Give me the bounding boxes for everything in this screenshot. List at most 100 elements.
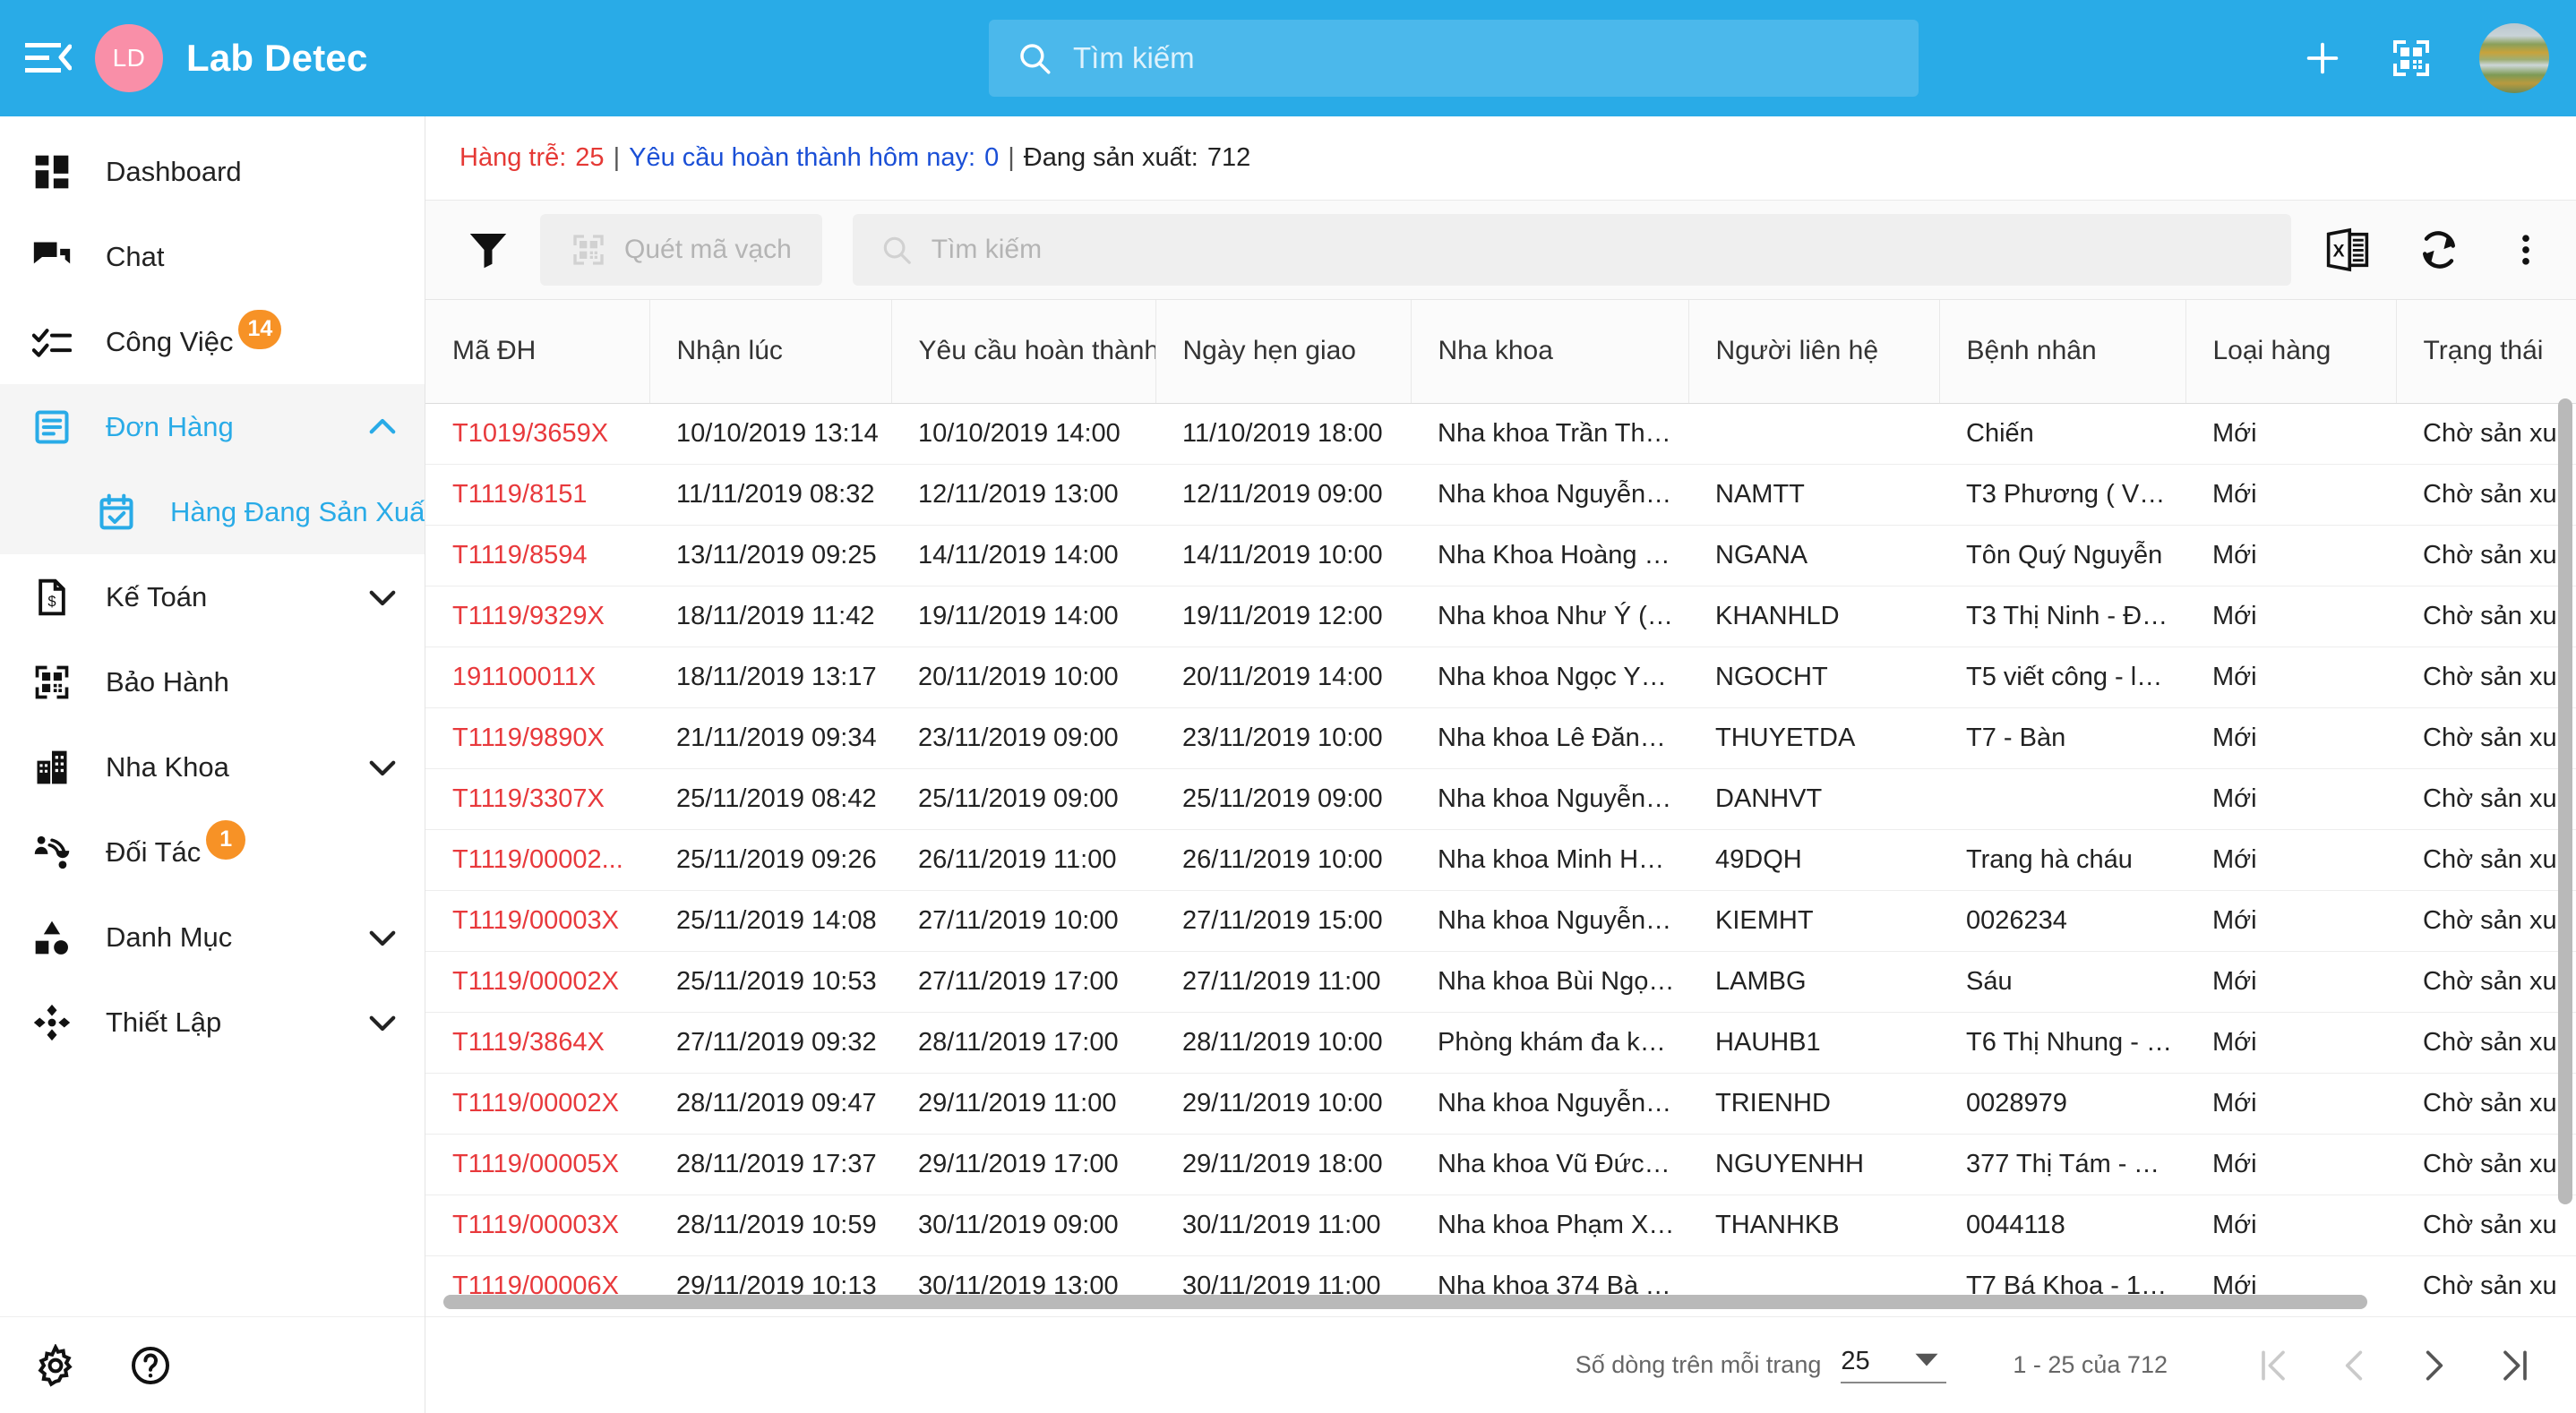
- cell-loai-hang: Mới: [2185, 1012, 2396, 1074]
- sidebar-item-label: Dashboard: [106, 155, 242, 187]
- brand-avatar[interactable]: LD: [95, 24, 163, 92]
- chevron-down-icon[interactable]: [364, 749, 401, 786]
- avatar[interactable]: [2479, 23, 2549, 93]
- sidebar-item-danh-muc[interactable]: Danh Mục: [0, 895, 425, 980]
- table-row[interactable]: T1119/8151 11/11/2019 08:32 12/11/2019 13:…: [425, 464, 2576, 526]
- last-page-icon[interactable]: [2495, 1346, 2535, 1385]
- sidebar-item-don-hang[interactable]: Đơn Hàng: [0, 384, 425, 469]
- table-row[interactable]: T1119/3864X 27/11/2019 09:32 28/11/2019 17…: [425, 1012, 2576, 1074]
- cell-ma-dh[interactable]: T1119/00002X: [425, 1073, 649, 1135]
- sidebar-item-label: Kế Toán: [106, 580, 208, 612]
- chevron-down-icon: [1913, 1349, 1940, 1374]
- cell-ma-dh[interactable]: T1119/00003X: [425, 1195, 649, 1256]
- chevron-down-icon[interactable]: [364, 919, 401, 956]
- warranty-qr-icon: [30, 661, 73, 704]
- scrollbar-thumb[interactable]: [443, 1295, 2367, 1309]
- column-header-benh-nhan[interactable]: Bệnh nhân: [1939, 300, 2186, 404]
- cell-ma-dh[interactable]: T1119/9890X: [425, 707, 649, 769]
- cell-ngay-hen-giao: 29/11/2019 18:00: [1155, 1134, 1411, 1195]
- cell-ma-dh[interactable]: T1119/00003X: [425, 890, 649, 952]
- column-header-trang-thai[interactable]: Trạng thái: [2396, 300, 2576, 404]
- sidebar-item-dashboard[interactable]: Dashboard: [0, 129, 425, 214]
- chevron-down-icon[interactable]: [364, 578, 401, 616]
- cell-yeu-cau-hoan-thanh: 14/11/2019 14:00: [891, 525, 1155, 587]
- help-circle-icon[interactable]: [129, 1344, 172, 1387]
- cell-ma-dh[interactable]: T1019/3659X: [425, 403, 649, 465]
- cell-ma-dh[interactable]: T1119/00002X: [425, 951, 649, 1013]
- table-row[interactable]: T1119/8594 13/11/2019 09:25 14/11/2019 14:…: [425, 525, 2576, 587]
- prev-page-icon[interactable]: [2334, 1346, 2374, 1385]
- cell-ma-dh[interactable]: T1119/3864X: [425, 1012, 649, 1074]
- table-row[interactable]: T1119/00005X 28/11/2019 17:37 29/11/2019 1…: [425, 1134, 2576, 1195]
- cell-trang-thai: Chờ sản xu: [2396, 1134, 2576, 1195]
- column-header-yeu-cau-hoan-thanh[interactable]: Yêu cầu hoàn thành: [891, 300, 1156, 404]
- sidebar-item-thiet-lap[interactable]: Thiết Lập: [0, 980, 425, 1065]
- brand-title: Lab Detec: [186, 37, 368, 79]
- excel-export-icon[interactable]: X: [2323, 226, 2372, 274]
- scrollbar-thumb[interactable]: [2558, 398, 2572, 1204]
- refresh-icon[interactable]: [2415, 226, 2463, 274]
- filter-funnel-icon[interactable]: [456, 218, 520, 282]
- sidebar-item-label: Đơn Hàng: [106, 410, 234, 442]
- hamburger-collapse-icon[interactable]: [23, 39, 73, 78]
- cell-nha-khoa: Phòng khám đa kho...: [1411, 1012, 1688, 1074]
- chevron-down-icon[interactable]: [364, 1004, 401, 1041]
- sidebar-item-cong-viec[interactable]: Công Việc 14: [0, 299, 425, 384]
- first-page-icon[interactable]: [2254, 1346, 2293, 1385]
- sidebar-item-nha-khoa[interactable]: Nha Khoa: [0, 724, 425, 809]
- cell-ma-dh[interactable]: T1119/9329X: [425, 586, 649, 647]
- column-header-nha-khoa[interactable]: Nha khoa: [1411, 300, 1689, 404]
- table-row[interactable]: T1119/00002X 25/11/2019 10:53 27/11/2019 1…: [425, 951, 2576, 1013]
- late-value: 25: [575, 143, 605, 172]
- cell-nhan-luc: 25/11/2019 10:53: [649, 951, 891, 1013]
- cell-nha-khoa: Nha Khoa Hoàng Vũ...: [1411, 525, 1688, 587]
- table-row[interactable]: T1019/3659X 10/10/2019 13:14 10/10/2019 14…: [425, 403, 2576, 465]
- cell-nha-khoa: Nha khoa Nguyễn Q...: [1411, 768, 1688, 830]
- rows-per-page-select[interactable]: 25: [1841, 1347, 1947, 1383]
- next-page-icon[interactable]: [2415, 1346, 2454, 1385]
- column-header-ngay-hen-giao[interactable]: Ngày hẹn giao: [1155, 300, 1412, 404]
- cell-yeu-cau-hoan-thanh: 25/11/2019 09:00: [891, 768, 1155, 830]
- table-row[interactable]: T1119/9329X 18/11/2019 11:42 19/11/2019 14…: [425, 586, 2576, 647]
- column-header-nguoi-lien-he[interactable]: Người liên hệ: [1688, 300, 1940, 404]
- table-row[interactable]: 191100011X 18/11/2019 13:17 20/11/2019 10:…: [425, 647, 2576, 708]
- table-horizontal-scrollbar[interactable]: [434, 1295, 2576, 1309]
- table-toolbar: Quét mã vạch Tìm kiếm X: [425, 201, 2576, 299]
- global-search-input[interactable]: Tìm kiếm: [989, 20, 1919, 97]
- scan-barcode-button[interactable]: Quét mã vạch: [540, 214, 822, 286]
- column-header-nhan-luc[interactable]: Nhận lúc: [649, 300, 892, 404]
- orders-table-container[interactable]: Mã ĐH Nhận lúc Yêu cầu hoàn thành Ngày h…: [425, 299, 2576, 1316]
- table-vertical-scrollbar[interactable]: [2558, 398, 2572, 1316]
- table-row[interactable]: T1119/00003X 28/11/2019 10:59 30/11/2019 0…: [425, 1195, 2576, 1256]
- cell-yeu-cau-hoan-thanh: 27/11/2019 17:00: [891, 951, 1155, 1013]
- sidebar-item-bao-hanh[interactable]: Bảo Hành: [0, 639, 425, 724]
- table-row[interactable]: T1119/00002... 25/11/2019 09:26 26/11/2019…: [425, 829, 2576, 891]
- cell-ma-dh[interactable]: T1119/8594: [425, 525, 649, 587]
- cell-ma-dh[interactable]: T1119/00005X: [425, 1134, 649, 1195]
- table-row[interactable]: T1119/3307X 25/11/2019 08:42 25/11/2019 09…: [425, 768, 2576, 830]
- gear-icon[interactable]: [34, 1343, 77, 1387]
- column-header-ma-dh[interactable]: Mã ĐH: [425, 300, 650, 404]
- cell-ma-dh[interactable]: T1119/00002...: [425, 829, 649, 891]
- sidebar-item-doi-tac[interactable]: Đối Tác 1: [0, 809, 425, 895]
- sidebar-item-chat[interactable]: Chat: [0, 214, 425, 299]
- table-row[interactable]: T1119/00003X 25/11/2019 14:08 27/11/2019 1…: [425, 890, 2576, 952]
- cell-ma-dh[interactable]: T1119/3307X: [425, 768, 649, 830]
- sidebar-item-ke-toan[interactable]: $ Kế Toán: [0, 554, 425, 639]
- cell-nguoi-lien-he: NAMTT: [1688, 464, 1939, 526]
- table-header-row: Mã ĐH Nhận lúc Yêu cầu hoàn thành Ngày h…: [425, 300, 2576, 404]
- cell-loai-hang: Mới: [2185, 1073, 2396, 1135]
- cell-trang-thai: Chờ sản xu: [2396, 829, 2576, 891]
- cell-ma-dh[interactable]: T1119/8151: [425, 464, 649, 526]
- qr-scan-icon[interactable]: [2390, 37, 2433, 80]
- table-header: Mã ĐH Nhận lúc Yêu cầu hoàn thành Ngày h…: [425, 300, 2576, 404]
- table-row[interactable]: T1119/9890X 21/11/2019 09:34 23/11/2019 09…: [425, 707, 2576, 769]
- chevron-up-icon[interactable]: [364, 408, 401, 446]
- cell-ma-dh[interactable]: 191100011X: [425, 647, 649, 708]
- table-row[interactable]: T1119/00002X 28/11/2019 09:47 29/11/2019 1…: [425, 1073, 2576, 1135]
- table-search-input[interactable]: Tìm kiếm: [852, 214, 2291, 286]
- more-vertical-icon[interactable]: [2506, 227, 2546, 273]
- sidebar-item-hang-dang-san-xuat[interactable]: Hàng Đang Sản Xuất: [0, 469, 425, 554]
- column-header-loai-hang[interactable]: Loại hàng: [2185, 300, 2397, 404]
- plus-icon[interactable]: [2302, 38, 2343, 79]
